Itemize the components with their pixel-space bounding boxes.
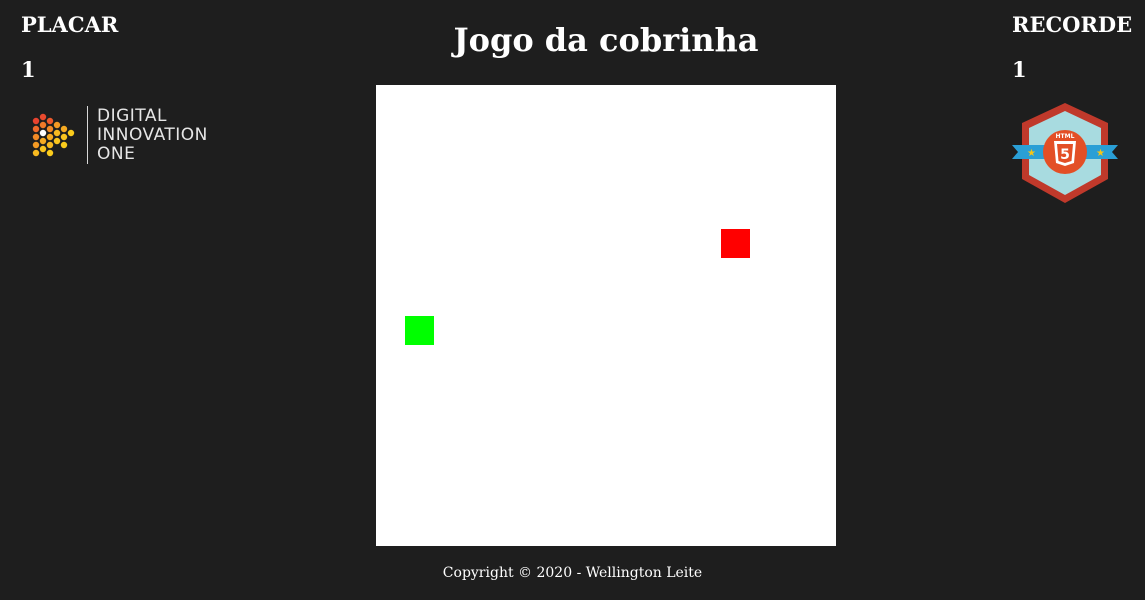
record-value: 1 [1012, 57, 1027, 82]
score-label: PLACAR [21, 12, 119, 37]
record-label: RECORDE [1012, 12, 1133, 37]
svg-text:5: 5 [1060, 147, 1070, 163]
dio-logo: DIGITAL INNOVATION ONE [30, 104, 220, 166]
food-item [721, 229, 750, 259]
record-panel: RECORDE 1 [1012, 12, 1132, 83]
snake-segment [404, 315, 434, 345]
score-value: 1 [21, 57, 36, 82]
game-page: PLACAR 1 DIGITAL INNOVATION ONE Jogo da … [0, 0, 1145, 600]
footer: Copyright © 2020 - Wellington Leite [0, 564, 1145, 582]
dio-logo-icon [32, 113, 75, 157]
dio-logo-line-3: ONE [97, 143, 136, 164]
logo-divider [87, 106, 88, 164]
html5-badge-icon: ★ ★ HTML 5 [1012, 103, 1118, 203]
svg-text:★: ★ [1096, 148, 1105, 159]
dio-logo-line-2: INNOVATION [97, 124, 208, 145]
page-title: Jogo da cobrinha [453, 21, 759, 59]
score-panel: PLACAR 1 [21, 12, 118, 83]
svg-text:★: ★ [1027, 148, 1036, 159]
dio-logo-line-1: DIGITAL [97, 105, 167, 126]
copyright-text: Copyright © 2020 - Wellington Leite [442, 565, 703, 581]
badge-text: HTML [1056, 133, 1075, 140]
dio-logo-text: DIGITAL INNOVATION ONE [97, 105, 208, 164]
game-board[interactable] [376, 85, 836, 546]
